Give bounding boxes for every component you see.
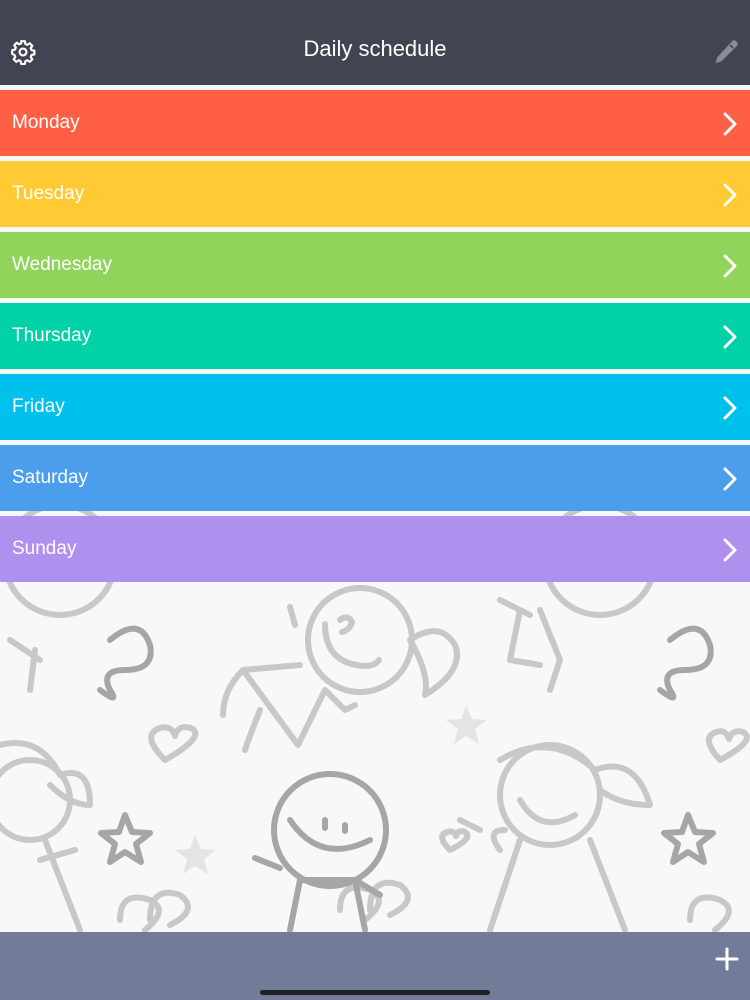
- chevron-right-icon: [723, 325, 737, 349]
- day-label: Thursday: [12, 325, 92, 346]
- chevron-right-icon: [723, 396, 737, 420]
- day-row-saturday[interactable]: Saturday: [0, 445, 750, 511]
- day-label: Wednesday: [12, 254, 112, 275]
- chevron-right-icon: [723, 183, 737, 207]
- day-row-friday[interactable]: Friday: [0, 374, 750, 440]
- plus-icon[interactable]: [714, 946, 740, 972]
- pencil-icon[interactable]: [712, 38, 740, 66]
- day-list: Monday Tuesday Wednesday Thursday Friday…: [0, 90, 750, 587]
- day-label: Friday: [12, 396, 65, 417]
- chevron-right-icon: [723, 254, 737, 278]
- day-row-tuesday[interactable]: Tuesday: [0, 161, 750, 227]
- chevron-right-icon: [723, 467, 737, 491]
- chevron-right-icon: [723, 538, 737, 562]
- page-title: Daily schedule: [303, 36, 447, 61]
- day-label: Monday: [12, 112, 80, 133]
- day-label: Sunday: [12, 538, 77, 559]
- navigation-bar: Daily schedule: [0, 0, 750, 85]
- home-indicator[interactable]: [260, 990, 490, 995]
- day-row-wednesday[interactable]: Wednesday: [0, 232, 750, 298]
- day-label: Saturday: [12, 467, 89, 488]
- chevron-right-icon: [723, 112, 737, 136]
- bottom-toolbar: [0, 932, 750, 1000]
- day-row-monday[interactable]: Monday: [0, 90, 750, 156]
- day-row-thursday[interactable]: Thursday: [0, 303, 750, 369]
- day-label: Tuesday: [12, 183, 85, 204]
- day-row-sunday[interactable]: Sunday: [0, 516, 750, 582]
